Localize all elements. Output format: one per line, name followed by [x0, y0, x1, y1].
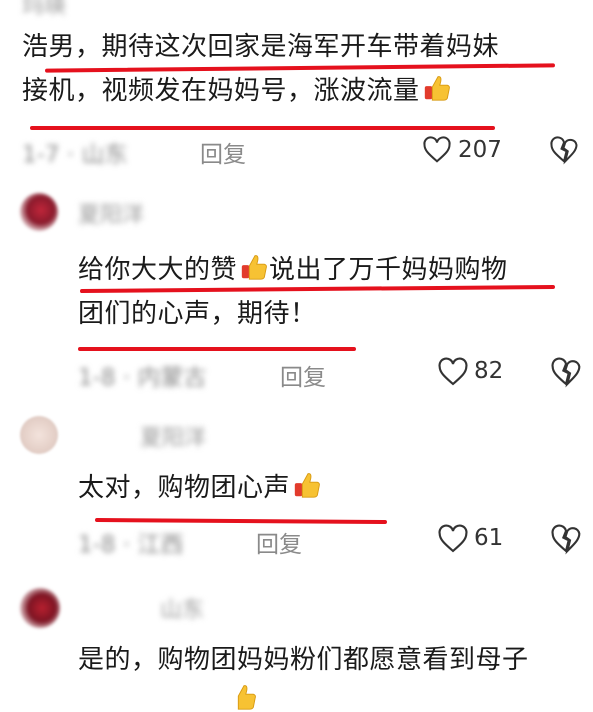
underline-2b [78, 347, 356, 351]
comment-3-username[interactable]: 夏阳洋 [140, 420, 206, 452]
comment-3-reply-button[interactable]: 回复 [256, 525, 302, 559]
comment-1-meta: 1-7 · 山东 回复 207 [0, 129, 593, 169]
comment-2-username[interactable]: 夏阳洋 [78, 197, 144, 229]
broken-heart-icon[interactable] [550, 523, 582, 555]
heart-outline-icon[interactable] [422, 135, 452, 165]
comment-2-line-2: 团们的心声，期待！ [78, 299, 317, 329]
comment-2-meta-time: 1-8 · 内蒙古 [78, 365, 207, 391]
comment-2-meta: 1-8 · 内蒙古 回复 82 [0, 352, 593, 392]
comment-1-line-1: 浩男，期待这次回家是海军开车带着妈妹 [22, 32, 500, 62]
comment-3-meta-time: 1-8 · 江西 [78, 532, 184, 558]
broken-heart-icon[interactable] [549, 135, 579, 165]
thumbs-up-emoji-icon [241, 255, 267, 280]
comment-2-reply-button[interactable]: 回复 [280, 358, 326, 392]
avatar[interactable] [20, 193, 58, 231]
comment-3-line-1: 太对，购物团心声 [78, 466, 578, 510]
comment-3-text: 太对，购物团心声 [78, 466, 578, 510]
comment-1-meta-time: 1-7 · 山东 [22, 142, 128, 168]
comment-2-like-count: 82 [474, 358, 504, 384]
comment-1-reply-button[interactable]: 回复 [200, 135, 246, 169]
comment-1-username[interactable]: 玛瑛 [22, 0, 66, 20]
heart-outline-icon[interactable] [437, 523, 469, 555]
comment-1-like-count: 207 [458, 137, 502, 163]
thumbs-up-emoji-icon [294, 473, 320, 498]
comment-4-text: 是的，购物团妈妈粉们都愿意看到母子 [78, 638, 593, 682]
heart-outline-icon[interactable] [437, 356, 469, 388]
thumbs-up-emoji-icon [237, 685, 256, 710]
avatar[interactable] [20, 588, 60, 628]
comment-3-like-count: 61 [474, 525, 504, 551]
comment-1-line-2: 接机，视频发在妈妈号，涨波流量 [22, 69, 582, 113]
avatar[interactable] [20, 416, 58, 454]
thumbs-up-emoji-icon [424, 76, 450, 101]
comment-4-username[interactable]: 山东 [160, 592, 204, 624]
comment-4-line-1: 是的，购物团妈妈粉们都愿意看到母子 [78, 645, 529, 675]
comment-3-meta: 1-8 · 江西 回复 61 [0, 519, 593, 559]
broken-heart-icon[interactable] [550, 356, 582, 388]
